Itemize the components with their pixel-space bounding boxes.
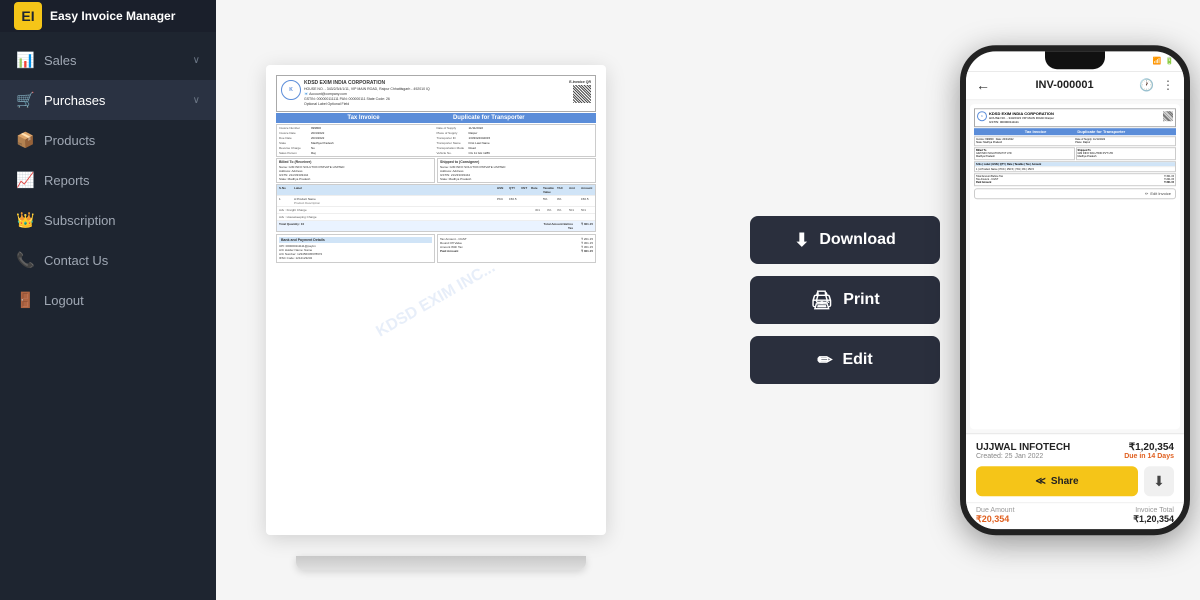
sidebar-item-label: Contact Us [44, 253, 200, 268]
invoice-details-grid: Invoice Number 999800 Date of Supply 11/… [276, 124, 596, 157]
history-icon[interactable]: 🕐 [1139, 78, 1154, 92]
ship-to-box: Shipped to (Consignee) Name: GIM INFO SO… [437, 158, 596, 183]
action-panel: ⬇ Download 🖨 Print ✏ Edit [750, 216, 940, 384]
sidebar-item-contact-us[interactable]: 📞 Contact Us [0, 240, 216, 280]
invoice-header: K KDSD EXIM INDIA CORPORATION HOUSE NO. … [276, 75, 596, 112]
total-row: Total Quantity: 10 Total Amount Before T… [277, 220, 595, 231]
products-icon: 📦 [16, 131, 34, 149]
sidebar-item-label: Logout [44, 293, 200, 308]
housekeeping-row: Adv : Housekeeping Charge [277, 213, 595, 220]
edit-icon: ✏ [1145, 191, 1148, 196]
edit-invoice-button[interactable]: ✏ Edit Invoice [974, 188, 1176, 199]
app-logo: EI [14, 2, 42, 30]
phone-invoice-number: INV-000001 [1035, 79, 1093, 91]
phone-screen: ← INV-000001 🕐 ⋮ K [966, 71, 1184, 529]
due-badge: Due in 14 Days [1124, 453, 1174, 460]
phone-nav-bar: ← INV-000001 🕐 ⋮ [966, 71, 1184, 100]
client-name: UJJWAL INFOTECH [976, 442, 1070, 453]
company-info: KDSD EXIM INDIA CORPORATION HOUSE NO. - … [304, 80, 430, 107]
phone-company-logo: K [977, 111, 987, 121]
sidebar-item-label: Sales [44, 53, 183, 68]
reports-icon: 📈 [16, 171, 34, 189]
phone-download-button[interactable]: ⬇ [1144, 466, 1174, 496]
invoice-total-label: Invoice Total [1133, 507, 1174, 514]
company-name: KDSD EXIM INDIA CORPORATION [304, 80, 430, 87]
due-amount-label: Due Amount [976, 507, 1015, 514]
download-icon: ⬇ [1153, 473, 1165, 490]
phone-mockup: 📶 🔋 ← INV-000001 🕐 ⋮ [960, 45, 1190, 535]
phone-invoice-preview: K KDSD EXIM INDIA CORPORATION HOUSE NO. … [970, 104, 1180, 429]
phone-qr [1163, 111, 1173, 121]
sidebar-item-label: Reports [44, 173, 200, 188]
print-icon: 🖨 [810, 290, 833, 311]
phone-share-button[interactable]: ≪ Share [976, 466, 1138, 496]
due-amount-value: ₹20,354 [976, 514, 1015, 525]
bill-to-box: Billed To (Receiver) Name: GIM INFO SOLU… [276, 158, 435, 183]
company-logo: K [281, 80, 301, 100]
sidebar-item-subscription[interactable]: 👑 Subscription [0, 200, 216, 240]
phone-nav-icons: 🕐 ⋮ [1139, 78, 1174, 92]
phone-action-row: ≪ Share ⬇ [976, 466, 1174, 496]
invoice-watermark: KDSD EXIM INC... [373, 259, 498, 342]
invoice-title-bar: Tax Invoice Duplicate for Transporter [276, 113, 596, 123]
sidebar-item-products[interactable]: 📦 Products [0, 120, 216, 160]
sidebar-item-purchases[interactable]: 🛒 Purchases ∨ [0, 80, 216, 120]
logout-icon: 🚪 [16, 291, 34, 309]
edit-button[interactable]: ✏ Edit [750, 336, 940, 384]
phone-invoice-mini: K KDSD EXIM INDIA CORPORATION HOUSE NO. … [974, 108, 1176, 425]
created-date: Created: 25 Jan 2022 [976, 453, 1043, 460]
phone-product-table: S.No | Label | HSN | QTY | Rate | Taxabl… [974, 161, 1176, 172]
contact-icon: 📞 [16, 251, 34, 269]
sidebar-item-sales[interactable]: 📊 Sales ∨ [0, 40, 216, 80]
download-icon: ⬇ [794, 230, 809, 251]
laptop-base [296, 556, 586, 570]
phone-bottom-row: Due Amount ₹20,354 Invoice Total ₹1,20,3… [966, 502, 1184, 529]
chevron-down-icon: ∨ [193, 55, 200, 66]
invoice-qr [573, 85, 591, 103]
phone-back-button[interactable]: ← [976, 77, 990, 93]
invoice-product-table: S.No Label HSN QTY UNT Rate Taxable Valu… [276, 184, 596, 232]
invoice-preview-container: KDSD EXIM INC... K KDSD EXIM INDIA CORPO… [216, 0, 1200, 600]
invoice-footer: Bank and Payment Details UPI: 0000001111… [276, 234, 596, 263]
purchases-icon: 🛒 [16, 91, 34, 109]
product-row: 1 A Product Name Product Description PKC… [277, 195, 595, 206]
sidebar-item-reports[interactable]: 📈 Reports [0, 160, 216, 200]
subscription-icon: 👑 [16, 211, 34, 229]
share-icon: ≪ [1035, 476, 1045, 487]
sidebar-item-label: Purchases [44, 93, 183, 108]
freight-row: Adv : Freight Charge 301 0% 0% 501 501 [277, 206, 595, 213]
invoice-total-value: ₹1,20,354 [1133, 514, 1174, 525]
sidebar: EI Easy Invoice Manager 📊 Sales ∨ 🛒 Purc… [0, 0, 216, 600]
main-content: KDSD EXIM INC... K KDSD EXIM INDIA CORPO… [216, 0, 1200, 600]
bank-payment-box: Bank and Payment Details UPI: 0000001111… [276, 234, 435, 263]
phone-notch [1045, 51, 1105, 69]
sidebar-item-logout[interactable]: 🚪 Logout [0, 280, 216, 320]
invoice-doc-inner: KDSD EXIM INC... K KDSD EXIM INDIA CORPO… [276, 75, 596, 525]
invoice-bill-section: Billed To (Receiver) Name: GIM INFO SOLU… [276, 158, 596, 183]
phone-client-section: UJJWAL INFOTECH ₹1,20,354 Created: 25 Ja… [966, 433, 1184, 502]
chevron-down-icon: ∨ [193, 95, 200, 106]
invoice-document: KDSD EXIM INC... K KDSD EXIM INDIA CORPO… [266, 65, 606, 535]
phone-invoice-bill: Billed To GIM INFO SOLUTION PVT LTD Madh… [974, 147, 1176, 160]
sidebar-item-label: Subscription [44, 213, 200, 228]
sales-icon: 📊 [16, 51, 34, 69]
phone-invoice-totals: Total Amount Before Tax ₹ 301.15 Tax Amo… [974, 173, 1176, 186]
sidebar-header: EI Easy Invoice Manager [0, 0, 216, 32]
edit-icon: ✏ [817, 350, 832, 371]
product-table-header: S.No Label HSN QTY UNT Rate Taxable Valu… [277, 185, 595, 195]
invoice-totals-box: Tax Amount - CGST ₹ 201.15 Round Off Val… [437, 234, 596, 263]
sidebar-item-label: Products [44, 133, 200, 148]
download-button[interactable]: ⬇ Download [750, 216, 940, 264]
phone-invoice-details: Invoice: 999800 Date: 20/4/2022 Date of … [974, 136, 1176, 147]
app-title: Easy Invoice Manager [50, 9, 175, 23]
more-icon[interactable]: ⋮ [1162, 78, 1174, 92]
print-button[interactable]: 🖨 Print [750, 276, 940, 324]
sidebar-nav: 📊 Sales ∨ 🛒 Purchases ∨ 📦 Products 📈 Rep… [0, 32, 216, 600]
client-amount: ₹1,20,354 [1129, 442, 1174, 453]
